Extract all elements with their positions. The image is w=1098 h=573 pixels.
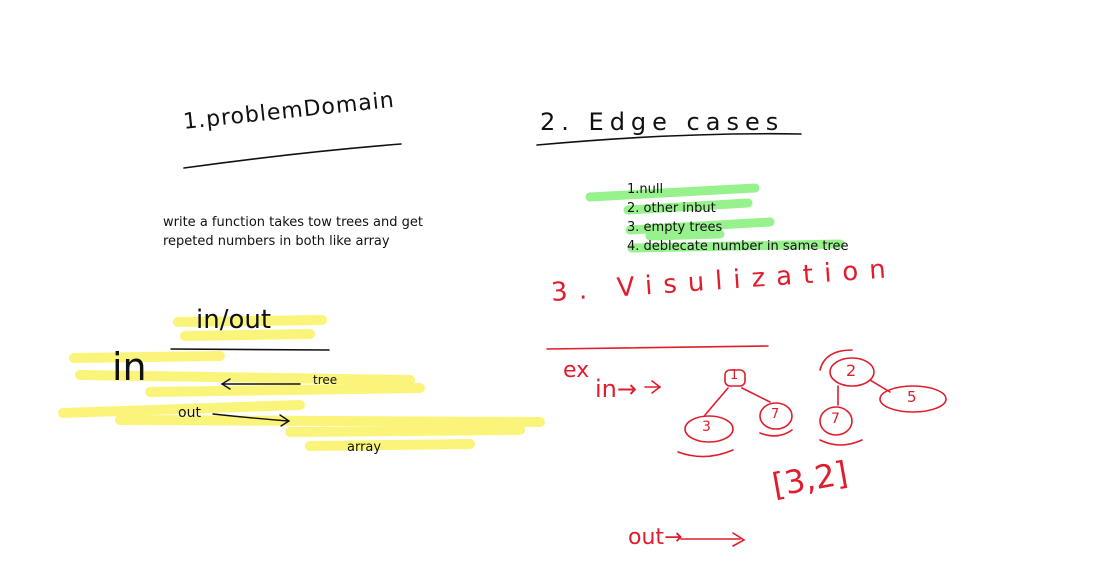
tree1-node: 7 [771,407,780,422]
in-value: tree [313,373,338,387]
out-label: out [178,405,201,421]
edge-case-item: 2. other inbut [627,201,716,216]
edge-case-item: 1.null [627,182,664,197]
ink-strokes [58,132,947,547]
tree2-node: 5 [907,388,917,406]
tree2-node: 2 [846,361,857,380]
edge-case-item: 4. deblecate number in same tree [627,239,849,254]
example-in-label: in→ [595,375,637,403]
edge-cases-list: 1.null 2. other inbut 3. empty trees 4. … [627,180,849,256]
tree2-node: 7 [831,411,840,427]
tree1-node: 3 [702,419,711,435]
edge-case-item: 3. empty trees [627,220,723,235]
example-out-label: out→ [628,525,683,550]
example-label: ex [563,358,590,383]
problem-domain-text: write a function takes tow trees and get… [163,215,423,249]
edge-cases-title: 2. Edge cases [540,108,785,136]
tree1-node: 1 [730,368,739,383]
inout-title: in/out [196,305,272,335]
in-label: in [112,345,147,389]
whiteboard-canvas[interactable]: 1.problemDomain write a function takes t… [0,0,1098,573]
out-value: array [347,440,382,455]
